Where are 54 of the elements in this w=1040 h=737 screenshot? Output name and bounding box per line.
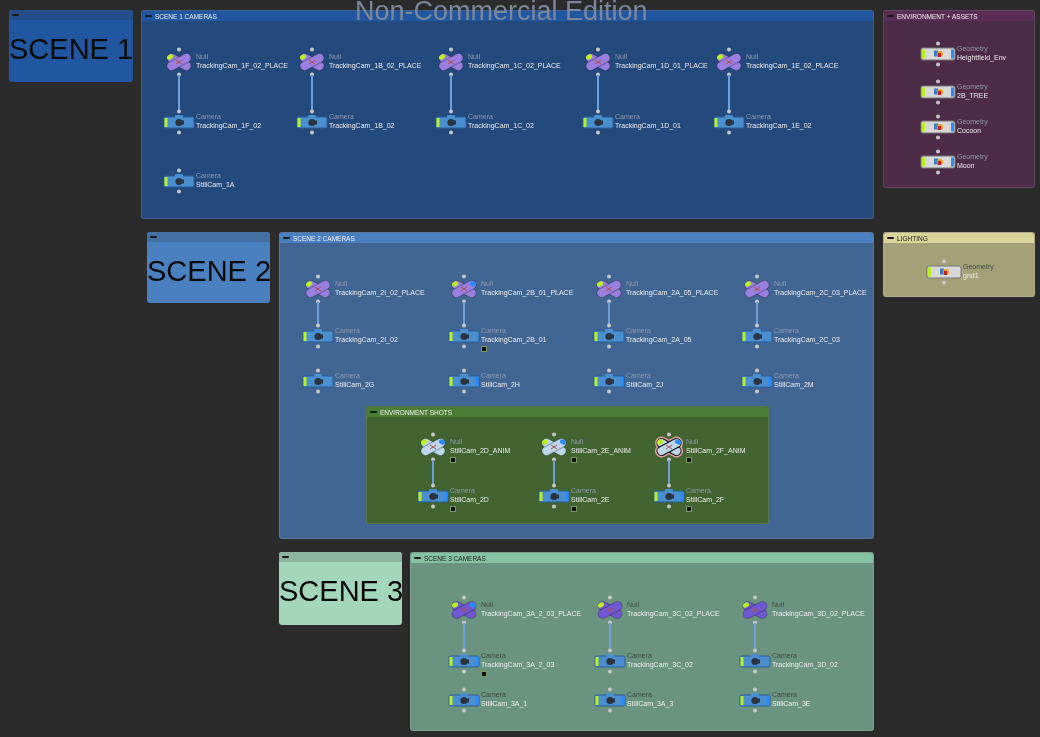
x-node-icon[interactable] (448, 274, 480, 304)
x-node-icon[interactable] (594, 595, 626, 625)
sticky-note-text: SCENE 2 (147, 255, 270, 288)
camera-node-icon[interactable] (593, 323, 625, 349)
flag-icon[interactable] (481, 346, 487, 352)
camera-node-icon[interactable] (448, 368, 480, 394)
flag-icon[interactable] (481, 671, 487, 677)
x-node-icon[interactable] (302, 274, 334, 304)
x-node-icon[interactable] (653, 432, 685, 462)
camera-node-icon[interactable] (302, 323, 334, 349)
camera-node-icon[interactable] (448, 648, 480, 674)
camera-node-icon[interactable] (296, 109, 328, 135)
camera-node-icon[interactable] (163, 109, 195, 135)
flag-icon[interactable] (450, 506, 456, 512)
sticky-note-text: SCENE 1 (9, 33, 133, 66)
camera-node-icon[interactable] (163, 168, 195, 194)
x-node-icon[interactable] (296, 47, 328, 77)
camera-node-icon[interactable] (417, 483, 449, 509)
flag-icon[interactable] (571, 457, 577, 463)
flag-icon[interactable] (686, 506, 692, 512)
camera-node-icon[interactable] (538, 483, 570, 509)
x-node-icon[interactable] (741, 274, 773, 304)
camera-node-icon[interactable] (741, 323, 773, 349)
x-node-icon[interactable] (713, 47, 745, 77)
flag-icon[interactable] (450, 457, 456, 463)
flag-icon[interactable] (571, 506, 577, 512)
camera-node-icon[interactable] (448, 687, 480, 713)
x-node-icon[interactable] (538, 432, 570, 462)
flag-icon[interactable] (686, 457, 692, 463)
geometry-node-icon[interactable] (920, 149, 956, 175)
camera-node-icon[interactable] (582, 109, 614, 135)
geometry-node-icon[interactable] (920, 114, 956, 140)
x-node-icon[interactable] (739, 595, 771, 625)
camera-node-icon[interactable] (739, 648, 771, 674)
camera-node-icon[interactable] (435, 109, 467, 135)
geometry-node-icon[interactable] (926, 259, 962, 285)
x-node-icon[interactable] (417, 432, 449, 462)
x-node-icon[interactable] (448, 595, 480, 625)
x-node-icon[interactable] (593, 274, 625, 304)
camera-node-icon[interactable] (713, 109, 745, 135)
camera-node-icon[interactable] (741, 368, 773, 394)
camera-node-icon[interactable] (594, 687, 626, 713)
camera-node-icon[interactable] (594, 648, 626, 674)
x-node-icon[interactable] (435, 47, 467, 77)
camera-node-icon[interactable] (653, 483, 685, 509)
geometry-node-icon[interactable] (920, 79, 956, 105)
geometry-node-icon[interactable] (920, 41, 956, 67)
sticky-note-text: SCENE 3 (279, 575, 402, 608)
x-node-icon[interactable] (163, 47, 195, 77)
camera-node-icon[interactable] (739, 687, 771, 713)
camera-node-icon[interactable] (302, 368, 334, 394)
camera-node-icon[interactable] (448, 323, 480, 349)
camera-node-icon[interactable] (593, 368, 625, 394)
x-node-icon[interactable] (582, 47, 614, 77)
